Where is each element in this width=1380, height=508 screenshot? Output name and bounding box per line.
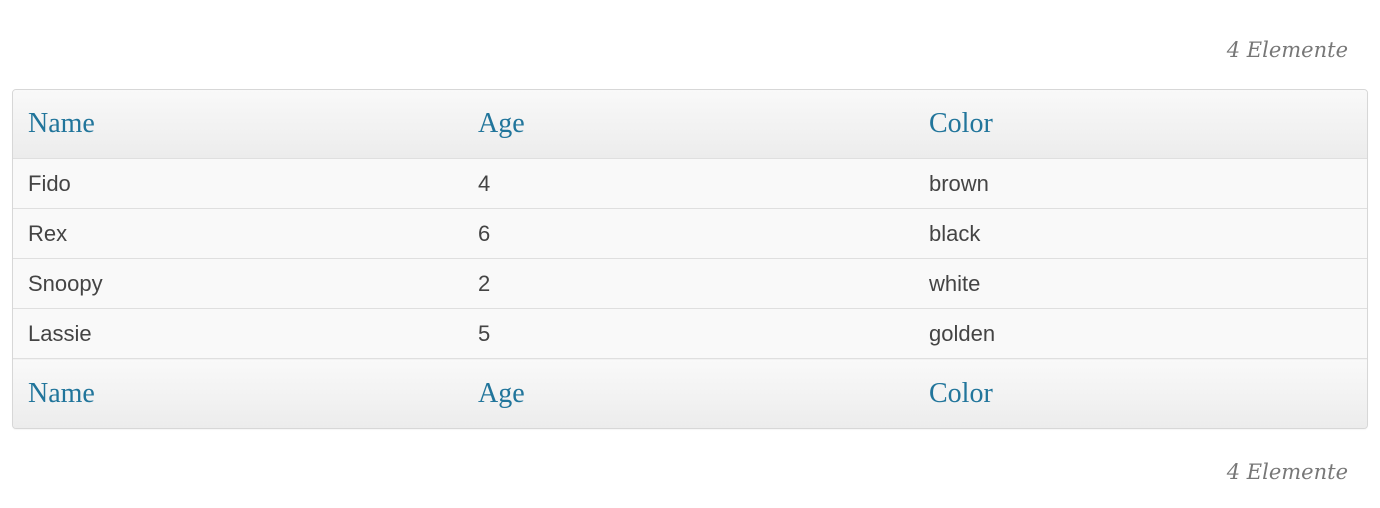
cell-age: 5 (463, 308, 914, 359)
item-count-bottom: 4 Elemente (1226, 460, 1348, 484)
table-row[interactable]: Fido 4 brown (13, 158, 1367, 209)
table-footer: Name Age Color (13, 358, 1367, 428)
table-header: Name Age Color (13, 90, 1367, 159)
column-footer-name[interactable]: Name (13, 358, 463, 428)
column-footer-age[interactable]: Age (463, 358, 914, 428)
column-header-color[interactable]: Color (914, 90, 1367, 159)
cell-age: 2 (463, 258, 914, 309)
table-row[interactable]: Snoopy 2 white (13, 258, 1367, 309)
table-row[interactable]: Lassie 5 golden (13, 308, 1367, 359)
cell-name: Rex (13, 208, 463, 259)
column-header-age[interactable]: Age (463, 90, 914, 159)
cell-color: white (914, 258, 1367, 309)
table-body: Fido 4 brown Rex 6 black Snoopy 2 white … (13, 158, 1367, 359)
data-table: Name Age Color Fido 4 brown Rex 6 black … (13, 90, 1367, 428)
page: 4 Elemente Name Age Color Fido 4 brown R… (0, 0, 1380, 508)
cell-name: Snoopy (13, 258, 463, 309)
data-table-container: Name Age Color Fido 4 brown Rex 6 black … (12, 89, 1368, 429)
cell-name: Fido (13, 158, 463, 209)
cell-age: 6 (463, 208, 914, 259)
cell-color: golden (914, 308, 1367, 359)
column-header-name[interactable]: Name (13, 90, 463, 159)
column-footer-color[interactable]: Color (914, 358, 1367, 428)
cell-color: black (914, 208, 1367, 259)
cell-age: 4 (463, 158, 914, 209)
cell-name: Lassie (13, 308, 463, 359)
header-row: Name Age Color (13, 90, 1367, 159)
table-row[interactable]: Rex 6 black (13, 208, 1367, 259)
footer-row: Name Age Color (13, 358, 1367, 428)
cell-color: brown (914, 158, 1367, 209)
item-count-top: 4 Elemente (1226, 38, 1348, 62)
